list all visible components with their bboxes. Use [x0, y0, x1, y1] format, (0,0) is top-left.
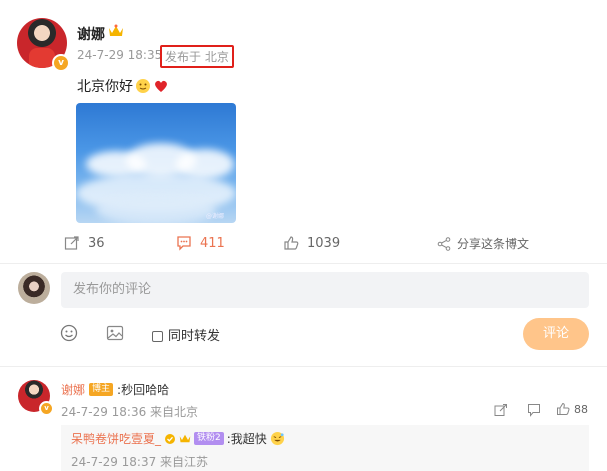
comment-input[interactable]: 发布你的评论 [61, 272, 589, 308]
comment-like-count: 88 [574, 402, 588, 416]
crown-icon [179, 433, 191, 444]
image-watermark: @谢娜 [206, 213, 225, 220]
divider [0, 366, 607, 367]
author-name[interactable]: 谢娜 [77, 24, 105, 44]
repost-count: 36 [88, 235, 105, 251]
comment-text: :秒回哈哈 [117, 383, 170, 397]
gold-badge-icon [164, 433, 176, 445]
post-location: 发布于 北京 [160, 45, 234, 68]
thumbs-up-icon [283, 235, 299, 251]
repost-button[interactable]: 36 [64, 235, 105, 251]
emoji-icon[interactable] [60, 324, 78, 342]
current-user-avatar[interactable] [18, 272, 50, 304]
crown-icon [108, 24, 124, 38]
comment-header: 谢娜 博主 :秒回哈哈 [61, 381, 169, 398]
laugh-emoji-icon [270, 431, 285, 446]
repost-toggle-label: 同时转发 [168, 329, 221, 344]
reply-header: 呆鸭卷饼吃壹夏_ 铁粉2 :我超快 [71, 430, 285, 447]
repost-icon [64, 235, 80, 251]
like-count: 1039 [307, 235, 341, 251]
reply-meta: 24-7-29 18:37 来自江苏 [71, 455, 209, 469]
reply-text: :我超快 [226, 432, 267, 446]
commenter-name[interactable]: 谢娜 [61, 381, 85, 398]
comment-icon [176, 235, 192, 251]
reply-author-name[interactable]: 呆鸭卷饼吃壹夏_ [71, 430, 161, 447]
post-image[interactable]: @谢娜 [76, 103, 236, 223]
comment-count: 411 [200, 235, 225, 251]
smile-emoji-icon [135, 78, 151, 94]
submit-comment-button[interactable]: 评论 [523, 318, 589, 350]
author-badge: 博主 [89, 383, 114, 396]
share-button[interactable]: 分享这条博文 [437, 235, 529, 252]
verified-icon: v [39, 401, 54, 416]
repost-toggle[interactable]: 同时转发 [152, 325, 220, 344]
divider [0, 263, 607, 264]
comment-repost-icon[interactable] [494, 403, 508, 417]
heart-emoji-icon [153, 78, 169, 94]
verified-icon: v [52, 54, 70, 72]
comment-reply-icon[interactable] [527, 403, 541, 417]
repost-checkbox[interactable] [152, 331, 163, 342]
share-icon [437, 236, 451, 251]
like-button[interactable]: 1039 [283, 235, 340, 251]
comment-meta: 24-7-29 18:36 来自北京 [61, 405, 199, 419]
post-content: 北京你好 [77, 76, 169, 96]
comment-like-button[interactable]: 88 [556, 402, 588, 416]
share-label: 分享这条博文 [457, 237, 530, 251]
post-timestamp[interactable]: 24-7-29 18:35 [77, 48, 162, 62]
post-text: 北京你好 [77, 79, 133, 95]
image-upload-icon[interactable] [106, 324, 124, 342]
comment-button[interactable]: 411 [176, 235, 225, 251]
thumbs-up-icon [556, 402, 570, 416]
fan-badge: 铁粉2 [194, 432, 224, 445]
